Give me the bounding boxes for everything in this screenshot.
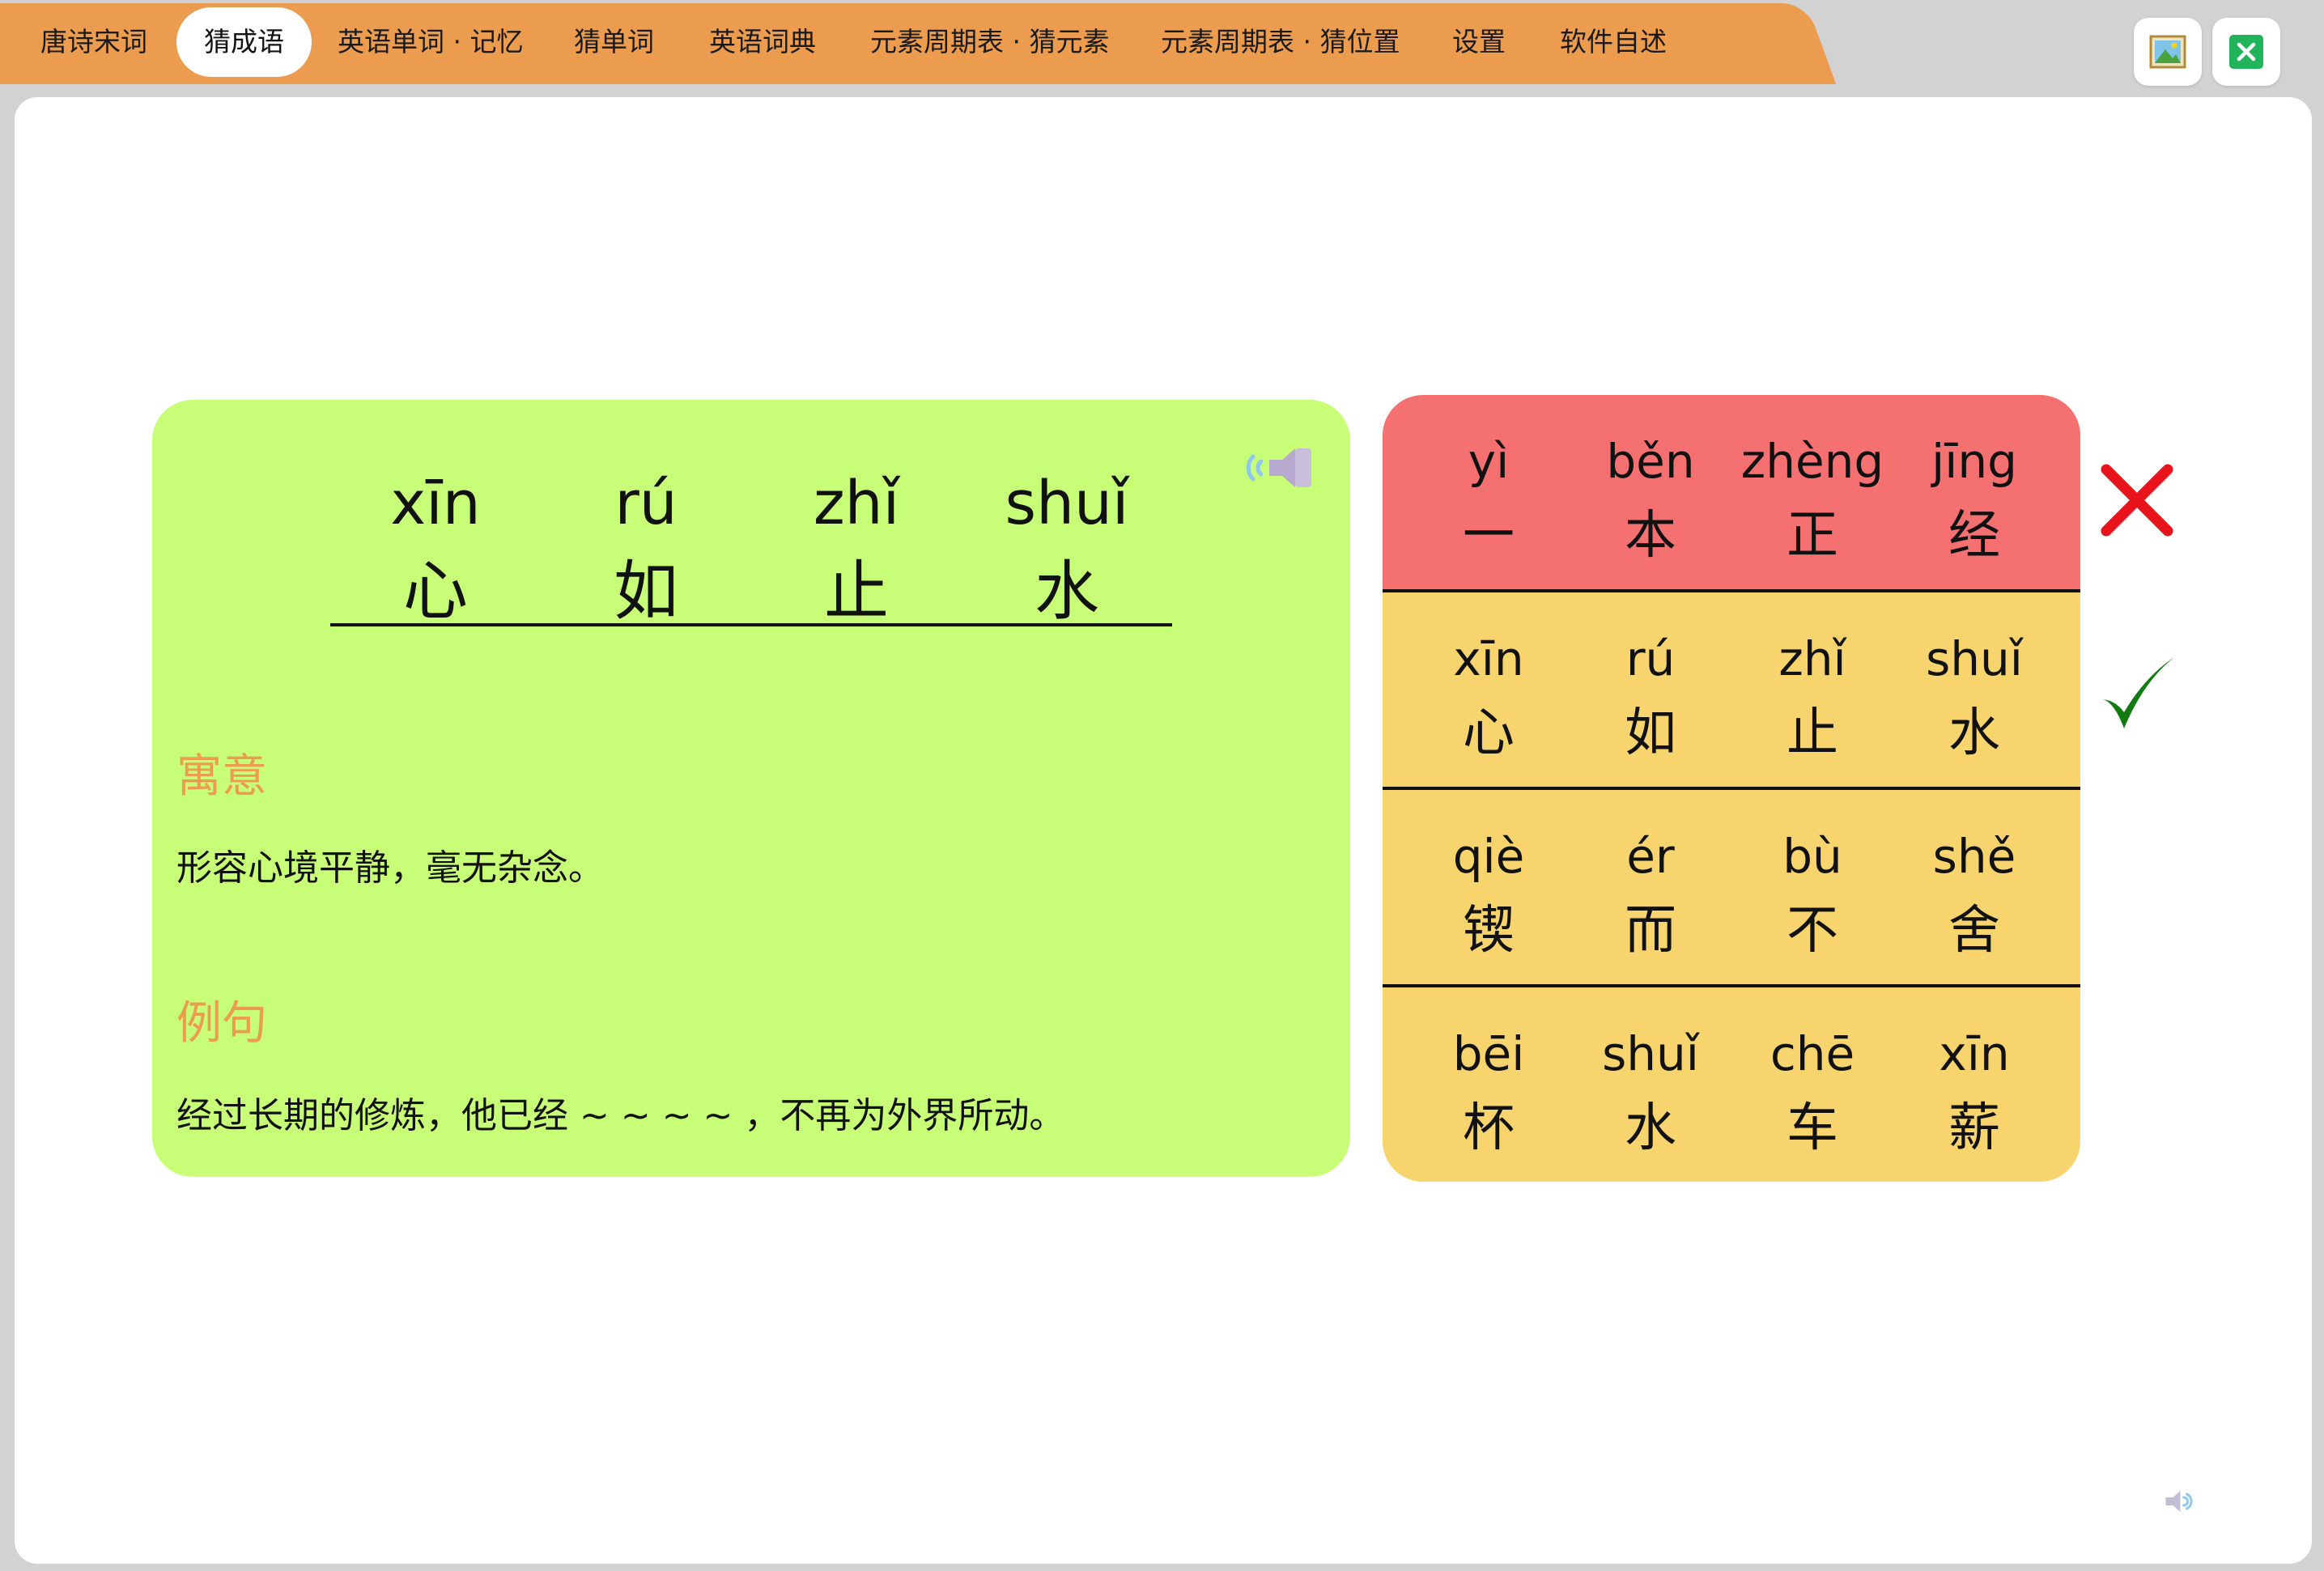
idiom-pinyin-row: xīn rú zhǐ shuǐ [330, 469, 1172, 538]
option-pinyin: běn [1606, 434, 1695, 489]
speaker-icon [1246, 448, 1311, 487]
idiom-char: 止 [824, 554, 889, 629]
option-pinyin: shuǐ [1926, 631, 2023, 686]
option-pinyin: shuǐ [1602, 1026, 1699, 1081]
option-char: 本 [1625, 506, 1676, 566]
idiom-char: 水 [1035, 554, 1099, 629]
close-icon [2229, 35, 2263, 69]
option-2[interactable]: xīn rú zhǐ shuǐ 心 如 止 水 [1383, 592, 2080, 787]
option-pinyin: ér [1626, 829, 1675, 884]
option-char: 止 [1787, 703, 1838, 763]
option-pinyin: bēi [1452, 1026, 1525, 1081]
idiom-pinyin: xīn [390, 469, 481, 538]
option-3[interactable]: qiè ér bù shě 锲 而 不 舍 [1383, 790, 2080, 984]
option-pinyin: qiè [1452, 829, 1525, 884]
meaning-text: 形容心境平静，毫无杂念。 [176, 847, 604, 889]
wrong-mark-icon [2101, 464, 2173, 537]
image-icon [2149, 35, 2186, 69]
idiom-underline [330, 623, 1172, 626]
option-char: 正 [1787, 506, 1838, 566]
options-list: yì běn zhèng jīng 一 本 正 经 xīn rú zhǐ shu… [1383, 395, 2080, 1182]
option-pinyin: rú [1625, 631, 1676, 686]
correct-mark-icon [2103, 657, 2174, 728]
option-char: 水 [1625, 1098, 1676, 1158]
option-pinyin: zhèng [1740, 434, 1884, 489]
option-pinyin: yì [1468, 434, 1510, 489]
idiom-char: 如 [614, 554, 678, 629]
tab-english-dictionary[interactable]: 英语词典 [709, 7, 816, 77]
option-char: 锲 [1463, 901, 1515, 961]
idiom-pinyin: zhǐ [813, 469, 900, 538]
tab-settings[interactable]: 设置 [1452, 7, 1506, 77]
option-1[interactable]: yì běn zhèng jīng 一 本 正 经 [1383, 395, 2080, 589]
option-pinyin: bù [1782, 829, 1842, 884]
idiom-pinyin: shuǐ [1005, 469, 1129, 538]
option-char: 车 [1787, 1098, 1838, 1158]
option-char: 经 [1948, 506, 2000, 566]
option-char: 一 [1463, 506, 1515, 566]
option-char: 而 [1625, 901, 1676, 961]
option-char: 如 [1625, 703, 1676, 763]
idiom-char: 心 [403, 554, 468, 629]
tab-guess-idiom[interactable]: 猜成语 [176, 7, 312, 77]
tab-periodic-guess-position[interactable]: 元素周期表 · 猜位置 [1161, 7, 1400, 77]
meaning-heading: 寓意 [176, 750, 267, 803]
option-char: 水 [1948, 703, 2000, 763]
idiom-card: xīn rú zhǐ shuǐ 心 如 止 水 寓意 形容心境平静，毫无杂念。 … [152, 400, 1350, 1177]
option-char: 舍 [1948, 901, 2000, 961]
tab-english-words-memory[interactable]: 英语单词 · 记忆 [338, 7, 523, 77]
option-char: 薪 [1948, 1098, 2000, 1158]
sound-toggle-button[interactable] [2163, 1488, 2199, 1518]
close-button[interactable] [2212, 18, 2280, 86]
option-pinyin: chē [1770, 1026, 1855, 1081]
idiom-chars-row: 心 如 止 水 [330, 539, 1172, 633]
tab-about[interactable]: 软件自述 [1560, 7, 1667, 77]
option-char: 杯 [1463, 1098, 1515, 1158]
option-pinyin: zhǐ [1778, 631, 1846, 686]
speaker-button[interactable] [1245, 440, 1315, 499]
option-pinyin: shě [1932, 829, 2016, 884]
option-char: 不 [1787, 901, 1838, 961]
speaker-icon [2165, 1491, 2193, 1512]
option-pinyin: xīn [1453, 631, 1524, 686]
option-pinyin: jīng [1931, 434, 2017, 489]
tab-periodic-guess-element[interactable]: 元素周期表 · 猜元素 [870, 7, 1109, 77]
tab-guess-word[interactable]: 猜单词 [574, 7, 654, 77]
option-4[interactable]: bēi shuǐ chē xīn 杯 水 车 薪 [1383, 987, 2080, 1182]
tab-tang-poems[interactable]: 唐诗宋词 [40, 7, 147, 77]
idiom-pinyin: rú [614, 469, 678, 538]
option-pinyin: xīn [1939, 1026, 2010, 1081]
example-text: 经过长期的修炼，他已经 ~ ~ ~ ~ ，不再为外界所动。 [176, 1095, 1065, 1136]
example-heading: 例句 [176, 997, 267, 1050]
image-button[interactable] [2134, 18, 2202, 86]
option-char: 心 [1463, 703, 1515, 763]
